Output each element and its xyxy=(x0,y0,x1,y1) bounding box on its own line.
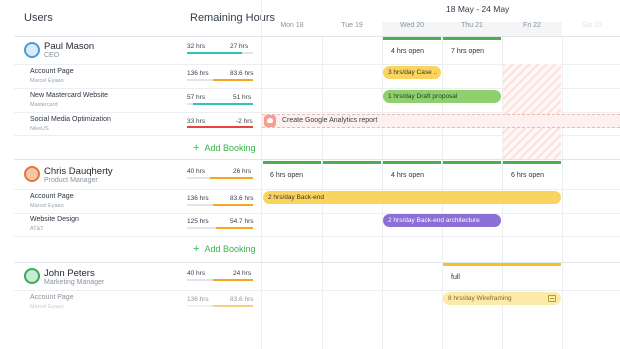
day-header-wed[interactable]: Wed 20 xyxy=(382,22,442,36)
grid-line xyxy=(562,36,563,349)
project-client: Marcel Eyaan xyxy=(30,78,64,84)
capacity-bar xyxy=(503,161,561,164)
project-client: Mastercard xyxy=(30,102,58,108)
project-client: Marcel Eyaan xyxy=(30,304,64,310)
capacity-bar xyxy=(383,37,441,40)
person-name[interactable]: John Peters xyxy=(44,268,95,279)
allocated-hours: 136 hrs xyxy=(187,195,209,202)
booking-bar[interactable]: 2 hrs/day Back-end xyxy=(263,191,561,204)
avatar-paul-mason[interactable] xyxy=(24,42,40,58)
allocated-hours: 57 hrs xyxy=(187,94,206,101)
booking-bar[interactable]: 8 hrs/day Wireframing xyxy=(443,292,561,305)
note-icon[interactable] xyxy=(548,295,556,302)
allocated-hours: 136 hrs xyxy=(187,70,209,77)
capacity-bar xyxy=(383,161,441,164)
project-client: AT&T xyxy=(30,226,44,232)
project-name[interactable]: Account Page xyxy=(30,68,74,75)
allocated-hours: 32 hrs xyxy=(187,43,206,50)
date-range-label: 18 May - 24 May xyxy=(446,4,510,14)
person-role: Marketing Manager xyxy=(44,279,105,286)
add-booking-button[interactable]: + Add Booking xyxy=(193,243,255,255)
hours-progress-fill xyxy=(213,79,253,81)
allocated-hours: 40 hrs xyxy=(187,168,206,175)
capacity-open-label: 4 hrs open xyxy=(391,172,425,179)
allocated-hours: 33 hrs xyxy=(187,118,206,125)
avatar-chris-dauqherty[interactable] xyxy=(24,166,40,182)
capacity-bar xyxy=(443,161,501,164)
day-header-tue[interactable]: Tue 19 xyxy=(322,22,382,36)
booking-bar[interactable]: 1 hrs/day Draft proposal xyxy=(383,90,501,103)
remaining-hours: 24 hrs xyxy=(233,270,252,277)
plus-icon: + xyxy=(193,243,200,255)
capacity-bar xyxy=(443,263,561,266)
header-divider xyxy=(14,36,620,37)
capacity-bar xyxy=(323,161,381,164)
section-divider xyxy=(14,159,620,160)
remaining-hours: 83.6 hrs xyxy=(230,195,254,202)
person-name[interactable]: Chris Dauqherty xyxy=(44,166,113,177)
allocated-hours: 136 hrs xyxy=(187,296,209,303)
capacity-open-label: 4 hrs open xyxy=(391,48,425,55)
timeline-divider xyxy=(261,0,262,349)
capacity-open-label: 7 hrs open xyxy=(451,48,485,55)
project-client: NikeUS xyxy=(30,126,49,132)
day-header-sat[interactable]: Sat 23 xyxy=(562,22,620,36)
person-role: CEO xyxy=(44,52,60,59)
add-booking-button[interactable]: + Add Booking xyxy=(193,142,255,154)
request-icon xyxy=(264,115,276,127)
day-header-fri[interactable]: Fri 22 xyxy=(502,22,562,36)
hours-progress-fill xyxy=(187,52,242,54)
hours-progress-fill xyxy=(210,177,253,179)
row-divider xyxy=(14,213,620,214)
remaining-hours: 54.7 hrs xyxy=(230,218,254,225)
capacity-bar xyxy=(263,161,321,164)
remaining-hours: 83.6 hrs xyxy=(230,70,254,77)
remaining-hours: 26 hrs xyxy=(233,168,252,175)
capacity-bar xyxy=(443,37,501,40)
day-header-mon[interactable]: Mon 18 xyxy=(262,22,322,36)
plus-icon: + xyxy=(193,142,200,154)
users-column-header: Users xyxy=(24,12,53,24)
row-divider xyxy=(14,189,620,190)
remaining-hours: 27 hrs xyxy=(230,43,249,50)
booking-bar[interactable]: 2 hrs/day Back-end architecture xyxy=(383,214,501,227)
hours-progress-fill xyxy=(213,305,253,307)
allocated-hours: 125 hrs xyxy=(187,218,209,225)
row-divider xyxy=(14,290,620,291)
person-name[interactable]: Paul Mason xyxy=(44,41,94,52)
hours-progress-fill xyxy=(216,227,253,229)
project-name[interactable]: Social Media Optimization xyxy=(30,116,111,123)
project-name[interactable]: Account Page xyxy=(30,193,74,200)
booking-bar-pending[interactable]: Create Google Analytics report xyxy=(262,114,620,128)
hours-progress-fill xyxy=(213,204,253,206)
add-booking-label: Add Booking xyxy=(204,244,256,254)
remaining-hours: -2 hrs xyxy=(236,118,253,125)
capacity-full-label: full xyxy=(451,274,460,281)
capacity-open-label: 6 hrs open xyxy=(270,172,304,179)
hours-progress-fill xyxy=(187,126,253,128)
person-role: Product Manager xyxy=(44,177,98,184)
hours-progress-fill xyxy=(213,279,253,281)
project-name[interactable]: Website Design xyxy=(30,216,79,223)
booking-bar[interactable]: 3 hrs/day Case .. xyxy=(383,66,441,79)
project-client: Marcel Eyaan xyxy=(30,203,64,209)
overbooked-hatch xyxy=(503,64,561,159)
avatar-john-peters[interactable] xyxy=(24,268,40,284)
row-divider xyxy=(14,236,620,237)
remaining-hours: 51 hrs xyxy=(233,94,252,101)
allocated-hours: 40 hrs xyxy=(187,270,206,277)
project-name[interactable]: Account Page xyxy=(30,294,74,301)
project-name[interactable]: New Mastercard Website xyxy=(30,92,108,99)
add-booking-label: Add Booking xyxy=(204,143,256,153)
remaining-hours: 83.6 hrs xyxy=(230,296,254,303)
day-header-thu[interactable]: Thu 21 xyxy=(442,22,502,36)
hours-progress-fill xyxy=(193,103,253,105)
capacity-open-label: 6 hrs open xyxy=(511,172,545,179)
